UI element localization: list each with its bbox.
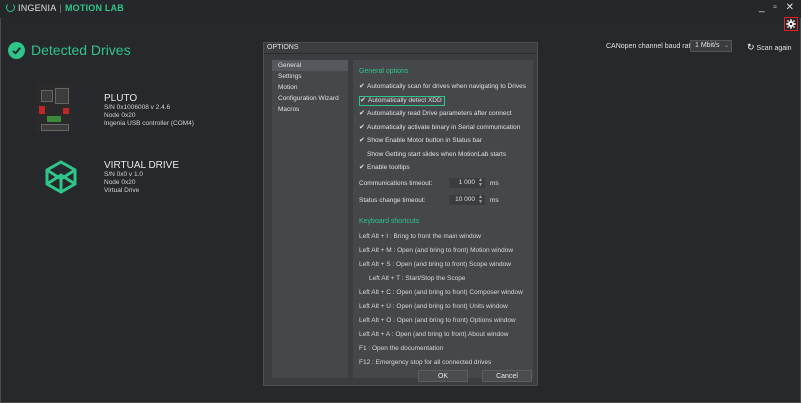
cancel-button[interactable]: Cancel: [482, 370, 532, 382]
option-label: Show Enable Motor button in Status bar: [367, 137, 482, 144]
drive-serial: S/N 0x1006008 v 2.4.6: [104, 104, 171, 111]
gear-icon: [786, 19, 796, 29]
shortcut-item: Left Alt + M : Open (and bring to front)…: [359, 247, 514, 254]
option-auto-read-params[interactable]: ✔ Automatically read Drive parameters aft…: [359, 109, 512, 119]
nav-item-macros[interactable]: Macros: [272, 104, 348, 115]
settings-gear-button[interactable]: [784, 17, 798, 31]
drive-connection: Ingenia USB controller (COM4): [104, 120, 194, 127]
comm-timeout-unit: ms: [490, 180, 499, 187]
checkbox-icon[interactable]: ✔: [360, 97, 368, 105]
option-auto-scan[interactable]: ✔ Automatically scan for drives when navi…: [359, 82, 526, 92]
checkbox-icon[interactable]: ✔: [359, 109, 367, 119]
baud-rate-label: CANopen channel baud rate:: [606, 43, 697, 50]
option-label: Automatically read Drive parameters afte…: [367, 110, 512, 117]
option-show-getting-start[interactable]: Show Getting start slides when MotionLab…: [359, 150, 506, 160]
drive-serial: S/N 0x0 v 1.0: [104, 171, 144, 178]
title-bar: INGENIA | MOTION LAB _ ▫ ✕: [0, 0, 801, 18]
comm-timeout-input[interactable]: 1 000 ▲ ▼: [449, 178, 485, 188]
drive-node: Node 0x20: [104, 112, 136, 119]
shortcut-item: Left Alt + U : Open (and bring to front)…: [359, 303, 508, 310]
page-title: Detected Drives: [31, 42, 131, 58]
checkbox-icon[interactable]: ✔: [359, 82, 367, 92]
status-timeout-unit: ms: [490, 197, 499, 204]
shortcut-item: Left Alt + T : Start/Stop the Scope: [369, 275, 466, 282]
status-timeout-value: 10 000: [455, 196, 475, 203]
drive-connection: Virtual Drive: [104, 187, 140, 194]
shortcut-item: Left Alt + C : Open (and bring to front)…: [359, 289, 523, 296]
detected-check-icon: [8, 42, 25, 59]
status-timeout-label: Status change timeout:: [359, 197, 426, 204]
dialog-divider: [264, 53, 537, 54]
shortcut-item: Left Alt + O : Open (and bring to front)…: [359, 317, 516, 324]
options-nav: General Settings Motion Configuration Wi…: [272, 60, 348, 378]
checkbox-icon[interactable]: ✔: [359, 123, 367, 133]
option-label: Automatically activate binary in Serial …: [367, 124, 521, 131]
options-content: General options ✔ Automatically scan for …: [353, 60, 533, 378]
dialog-title: OPTIONS: [267, 44, 299, 51]
shortcut-item: F12 : Emergency stop for all connected d…: [359, 359, 492, 366]
nav-item-motion[interactable]: Motion: [272, 82, 348, 93]
option-auto-detect-xdd[interactable]: ✔ Automatically detect XDD: [359, 96, 445, 106]
nav-item-settings[interactable]: Settings: [272, 71, 348, 82]
shortcut-item: Left Alt + S : Open (and bring to front)…: [359, 261, 511, 268]
checkbox-icon[interactable]: ✔: [359, 163, 367, 173]
shortcut-item: F1 : Open the documentation: [359, 345, 444, 352]
baud-rate-select[interactable]: 1 Mbit/s ⌄: [690, 40, 732, 52]
refresh-icon: ↻: [747, 42, 755, 52]
ok-button[interactable]: OK: [418, 370, 468, 382]
drive-virtual[interactable]: VIRTUAL DRIVE S/N 0x0 v 1.0 Node 0x20 Vi…: [104, 160, 179, 195]
brand-text: INGENIA: [18, 3, 57, 13]
baud-rate-value: 1 Mbit/s: [695, 42, 720, 49]
option-label: Show Getting start slides when MotionLab…: [367, 151, 507, 158]
spinner-arrows-icon[interactable]: ▲ ▼: [478, 195, 483, 205]
option-auto-binary[interactable]: ✔ Automatically activate binary in Serial…: [359, 123, 520, 133]
checkbox-icon[interactable]: ✔: [359, 136, 367, 146]
option-label: Enable tooltips: [367, 164, 410, 171]
brand-separator: |: [59, 3, 62, 13]
scan-again-button[interactable]: ↻ Scan again: [747, 42, 792, 53]
window-controls[interactable]: _ ▫ ✕: [759, 2, 797, 13]
option-show-enable-motor[interactable]: ✔ Show Enable Motor button in Status bar: [359, 136, 482, 146]
comm-timeout-label: Communications timeout:: [359, 180, 433, 187]
drive-name: VIRTUAL DRIVE: [104, 160, 180, 171]
nav-item-configuration-wizard[interactable]: Configuration Wizard: [272, 93, 348, 104]
spinner-arrows-icon[interactable]: ▲ ▼: [478, 178, 483, 188]
option-label: Automatically scan for drives when navig…: [367, 83, 526, 90]
drive-node: Node 0x20: [104, 179, 136, 186]
option-label: Automatically detect XDD: [368, 97, 442, 104]
pluto-board-image[interactable]: [35, 82, 73, 132]
chevron-down-icon: ⌄: [723, 43, 729, 49]
ingenia-logo-icon: [6, 3, 15, 12]
comm-timeout-value: 1 000: [458, 179, 475, 186]
shortcut-item: Left Alt + I : Bring to front the main w…: [359, 233, 481, 240]
nav-item-general[interactable]: General: [272, 60, 348, 71]
drive-pluto[interactable]: PLUTO S/N 0x1006008 v 2.4.6 Node 0x20 In…: [104, 93, 194, 128]
virtual-drive-icon[interactable]: [44, 160, 78, 194]
option-enable-tooltips[interactable]: ✔ Enable tooltips: [359, 163, 410, 173]
general-options-header: General options: [359, 68, 409, 75]
shortcut-item: Left Alt + A : Open (and bring to front)…: [359, 331, 509, 338]
drive-name: PLUTO: [104, 93, 138, 104]
keyboard-shortcuts-header: Keyboard shortcuts: [359, 218, 420, 225]
options-dialog: OPTIONS General Settings Motion Configur…: [263, 42, 538, 386]
scan-again-label: Scan again: [756, 45, 792, 52]
status-timeout-input[interactable]: 10 000 ▲ ▼: [449, 195, 485, 205]
product-text: MOTION LAB: [64, 3, 124, 13]
app-logo: INGENIA | MOTION LAB: [6, 3, 124, 13]
